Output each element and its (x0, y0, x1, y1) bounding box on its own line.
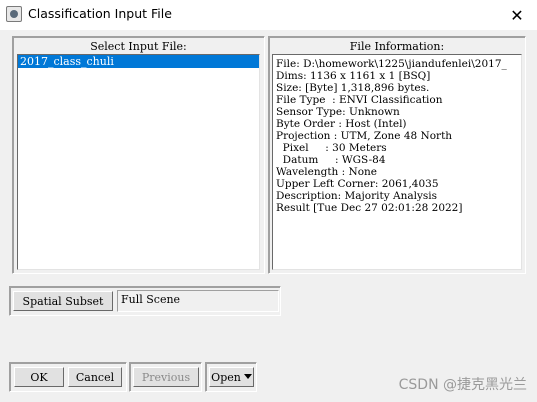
subset-value-field: Full Scene (117, 290, 279, 312)
open-button-group: Open (205, 362, 257, 392)
file-info-line: Byte Order : Host (Intel) (276, 118, 407, 130)
file-info-line: Size: [Byte] 1,318,896 bytes. (276, 82, 430, 94)
file-list-item[interactable]: 2017_class_chuli (18, 55, 259, 68)
open-button-label: Open (211, 370, 241, 384)
select-input-panel: Select Input File: 2017_class_chuli (12, 36, 265, 274)
file-info-line: Result [Tue Dec 27 02:01:28 2022] (276, 202, 463, 214)
ok-button[interactable]: OK (14, 367, 64, 387)
file-info-line: Dims: 1136 x 1161 x 1 [BSQ] (276, 70, 431, 82)
select-input-header: Select Input File: (90, 40, 187, 53)
file-info-line: Datum : WGS-84 (276, 154, 386, 166)
spatial-subset-group: Spatial Subset Full Scene (9, 286, 281, 316)
file-info-line: File Type : ENVI Classification (276, 94, 443, 106)
file-info-panel: File Information: File: D:\homework\1225… (268, 36, 526, 274)
file-info-line: Upper Left Corner: 2061,4035 (276, 178, 439, 190)
file-info-line: Sensor Type: Unknown (276, 106, 400, 118)
file-info-header: File Information: (349, 40, 445, 53)
previous-button[interactable]: Previous (133, 367, 199, 387)
file-info-line: Pixel : 30 Meters (276, 142, 387, 154)
title-bar: Classification Input File ✕ (0, 0, 537, 30)
previous-button-group: Previous (129, 362, 202, 392)
file-info-line: Description: Majority Analysis (276, 190, 438, 202)
window-title: Classification Input File (28, 6, 172, 21)
file-info-line: Wavelength : None (276, 166, 378, 178)
action-button-bar: OK Cancel (9, 362, 127, 392)
file-info-text: File: D:\homework\1225\jiandufenlei\2017… (272, 54, 522, 270)
caret-down-icon (243, 374, 252, 379)
file-info-line: File: D:\homework\1225\jiandufenlei\2017… (276, 58, 507, 70)
app-icon (6, 6, 22, 22)
open-button[interactable]: Open (209, 367, 254, 387)
watermark: CSDN @捷克黑光兰 (398, 377, 527, 393)
cancel-button[interactable]: Cancel (68, 367, 122, 387)
file-info-line: Projection : UTM, Zone 48 North (276, 130, 453, 142)
close-button[interactable]: ✕ (497, 0, 537, 30)
close-icon: ✕ (510, 5, 524, 25)
spatial-subset-button[interactable]: Spatial Subset (13, 291, 113, 311)
file-listbox[interactable]: 2017_class_chuli (17, 54, 260, 270)
